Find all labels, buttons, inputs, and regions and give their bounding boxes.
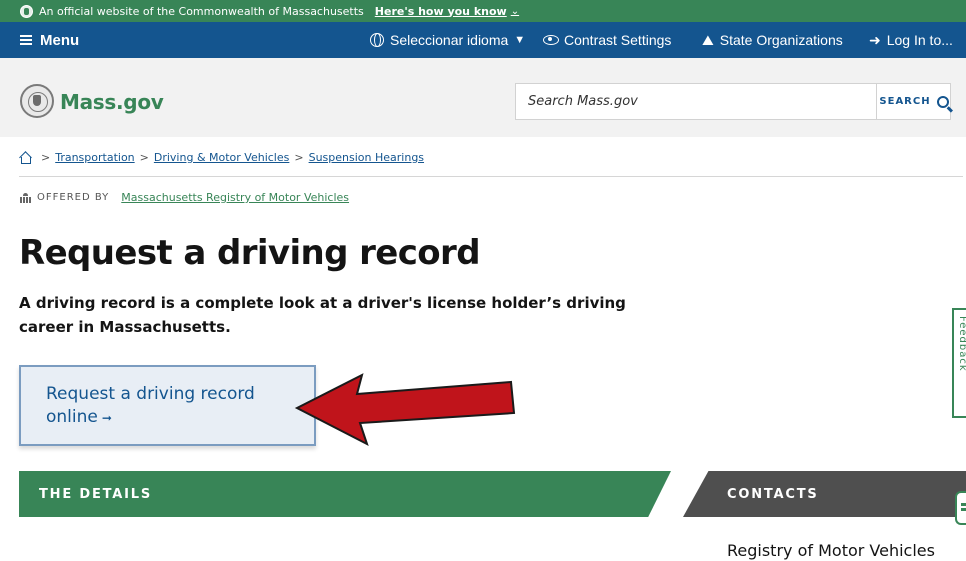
site-header: Mass.gov SEARCH: [0, 58, 966, 137]
breadcrumb-item[interactable]: Transportation: [55, 151, 134, 164]
chevron-down-icon: ▼: [514, 34, 526, 46]
home-icon[interactable]: [19, 152, 31, 164]
breadcrumb-separator: >: [41, 151, 51, 164]
contacts-tab[interactable]: CONTACTS: [683, 471, 966, 517]
hamburger-icon: [20, 33, 32, 47]
utility-nav: Menu Seleccionar idioma ▼ Contrast Setti…: [0, 22, 966, 58]
state-organizations-button[interactable]: ⛰ State Organizations: [702, 22, 843, 58]
seal-icon: [20, 4, 33, 18]
heres-how-you-know-link[interactable]: Here's how you know ⌄: [375, 5, 519, 18]
building-icon: [20, 192, 31, 203]
orgs-label: State Organizations: [719, 32, 843, 48]
annotation-arrow-icon: [294, 373, 516, 447]
massachusetts-seal-icon[interactable]: [20, 84, 54, 118]
howto-label: Here's how you know: [374, 4, 507, 18]
page-title: Request a driving record: [19, 233, 481, 273]
menu-label: Menu: [40, 31, 80, 49]
official-banner: An official website of the Commonwealth …: [0, 0, 966, 22]
chevron-down-icon: ⌄: [510, 5, 520, 17]
feedback-tab[interactable]: Feedback: [952, 308, 966, 418]
contacts-tab-label: CONTACTS: [727, 486, 819, 502]
menu-button[interactable]: Menu: [20, 22, 79, 58]
login-button[interactable]: ➜ Log In to...: [869, 22, 953, 58]
breadcrumb-separator: >: [294, 151, 304, 164]
search-button[interactable]: SEARCH: [876, 84, 951, 119]
feedback-label: Feedback: [957, 316, 966, 372]
search-icon: [936, 95, 949, 108]
contrast-label: Contrast Settings: [564, 32, 672, 48]
breadcrumb-separator: >: [139, 151, 149, 164]
globe-icon: [370, 33, 384, 47]
site-logo[interactable]: Mass.gov: [60, 90, 164, 114]
offered-by-label: OFFERED BY: [37, 192, 110, 203]
details-tab-label: THE DETAILS: [39, 486, 153, 502]
arrow-right-icon: ➞: [101, 411, 112, 425]
chat-icon[interactable]: [955, 491, 966, 525]
offered-by-org-link[interactable]: Massachusetts Registry of Motor Vehicles: [121, 191, 349, 204]
request-online-button[interactable]: Request a driving record online ➞: [19, 365, 316, 446]
contrast-settings-button[interactable]: Contrast Settings: [543, 22, 671, 58]
details-tab[interactable]: THE DETAILS: [19, 471, 671, 517]
breadcrumb-item[interactable]: Suspension Hearings: [309, 151, 424, 164]
breadcrumb-item[interactable]: Driving & Motor Vehicles: [154, 151, 290, 164]
contact-name: Registry of Motor Vehicles: [727, 541, 935, 560]
search-button-label: SEARCH: [879, 96, 931, 107]
official-text: An official website of the Commonwealth …: [39, 4, 364, 18]
breadcrumb: > Transportation > Driving & Motor Vehic…: [19, 151, 424, 164]
building-icon: ⛰: [702, 31, 714, 48]
language-selector[interactable]: Seleccionar idioma ▼: [370, 22, 525, 58]
page-lede: A driving record is a complete look at a…: [19, 294, 626, 336]
cta-line-2: online ➞: [46, 406, 289, 430]
eye-icon: [543, 35, 559, 45]
divider: [19, 176, 963, 177]
search-form: SEARCH: [515, 83, 951, 120]
login-icon: ➜: [869, 31, 881, 48]
offered-by: OFFERED BY Massachusetts Registry of Mot…: [20, 191, 349, 204]
cta-line-2-text: online: [46, 407, 98, 427]
cta-line-1: Request a driving record: [46, 384, 255, 404]
language-label: Seleccionar idioma: [390, 32, 509, 48]
login-label: Log In to...: [886, 32, 953, 48]
search-input[interactable]: [516, 84, 876, 119]
